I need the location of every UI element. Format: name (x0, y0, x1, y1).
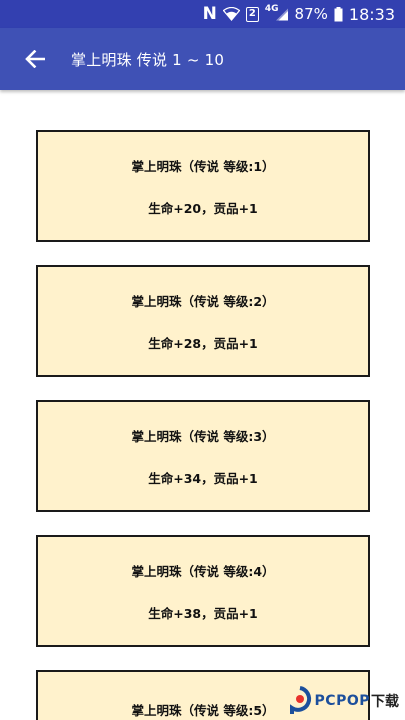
wifi-icon (222, 0, 240, 28)
card-title: 掌上明珠（传说 等级:5） (131, 703, 275, 718)
nfc-icon: N (202, 4, 217, 24)
watermark-suffix: 下载 (371, 694, 399, 710)
arrow-left-icon (25, 50, 45, 68)
signal-icon: 4G (265, 0, 289, 28)
card-title: 掌上明珠（传说 等级:2） (131, 293, 275, 309)
card-effect: 生命+20，贡品+1 (148, 200, 258, 216)
card-effect: 生命+28，贡品+1 (148, 335, 258, 351)
page-title: 掌上明珠 传说 1 ~ 10 (71, 50, 225, 69)
card-effect: 生命+34，贡品+1 (148, 470, 258, 486)
level-card[interactable]: 掌上明珠（传说 等级:4） 生命+38，贡品+1 (36, 535, 370, 647)
battery-percent: 87% (294, 5, 328, 23)
back-button[interactable] (13, 37, 57, 81)
card-title: 掌上明珠（传说 等级:4） (131, 563, 275, 579)
card-title: 掌上明珠（传说 等级:3） (131, 428, 275, 444)
level-card[interactable]: 掌上明珠（传说 等级:1） 生命+20，贡品+1 (36, 130, 370, 242)
level-card[interactable]: 掌上明珠（传说 等级:2） 生命+28，贡品+1 (36, 265, 370, 377)
watermark: PCPOP 下载 (287, 686, 399, 716)
screen: N 2 4G 87% 18:33 掌上明珠 传说 1 ~ 10 掌上明珠（传说 … (0, 0, 405, 720)
sim-badge-icon: 2 (245, 0, 259, 28)
card-title: 掌上明珠（传说 等级:1） (131, 158, 275, 174)
status-bar: N 2 4G 87% 18:33 (0, 0, 405, 28)
pcpop-logo-icon (289, 686, 311, 714)
watermark-brand: PCPOP (314, 693, 370, 709)
battery-icon (334, 0, 343, 28)
sim-badge: 2 (245, 6, 259, 22)
card-effect: 生命+38，贡品+1 (148, 605, 258, 621)
clock: 18:33 (348, 4, 395, 24)
network-type: 4G (264, 4, 279, 14)
level-card[interactable]: 掌上明珠（传说 等级:3） 生命+34，贡品+1 (36, 400, 370, 512)
app-bar: 掌上明珠 传说 1 ~ 10 (0, 28, 405, 90)
